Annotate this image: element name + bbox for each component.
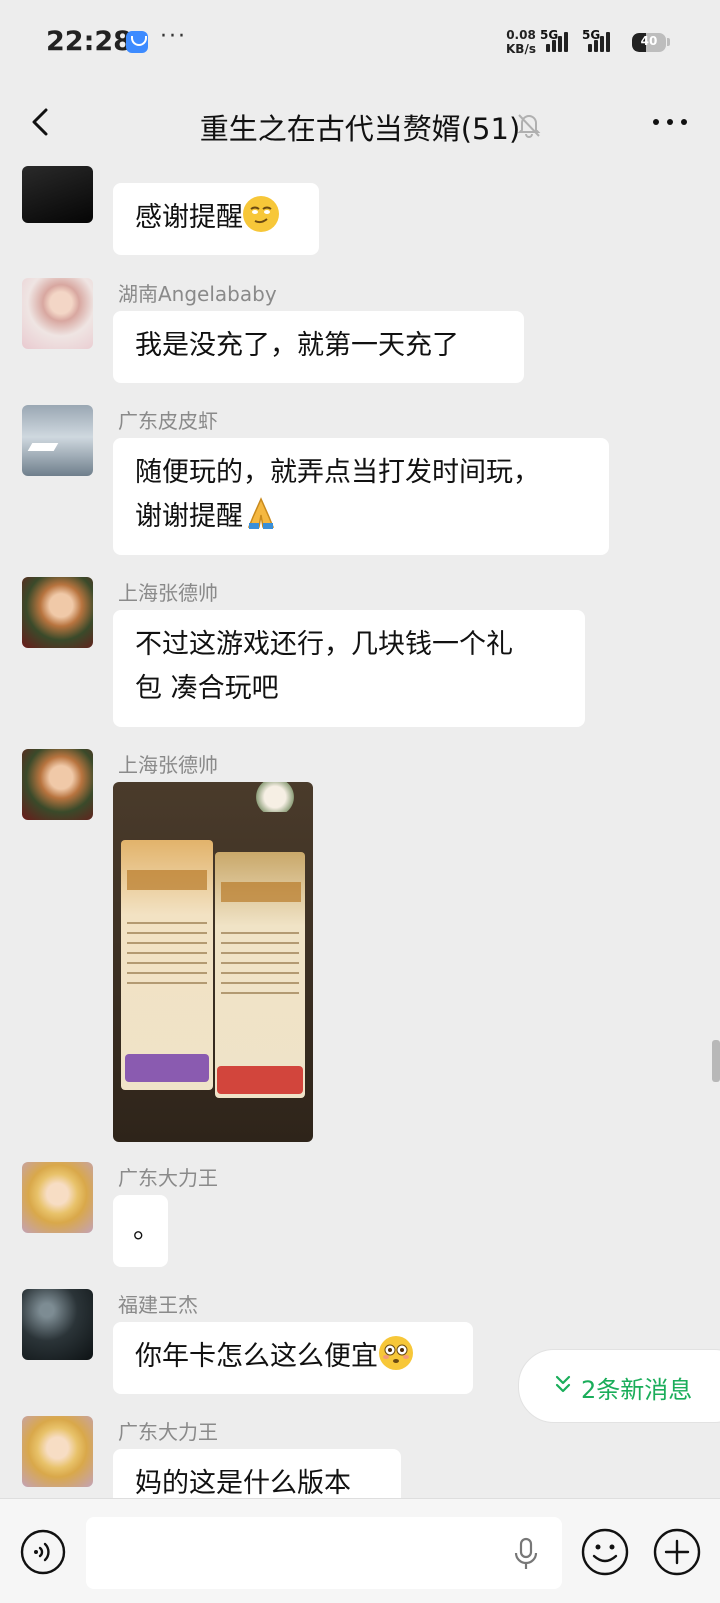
- battery-level: 40: [640, 34, 658, 48]
- message-bubble[interactable]: 我是没充了，就第一天充了: [113, 311, 524, 383]
- network-speed-unit: KB/s: [506, 42, 536, 56]
- message-text-line: 随便玩的，就弄点当打发时间玩，: [135, 457, 540, 488]
- smirk-emoji-icon: [243, 196, 279, 232]
- avatar[interactable]: [22, 1416, 93, 1487]
- message-text-line: 不过这游戏还行，几块钱一个礼: [135, 629, 513, 660]
- message-text: 妈的这是什么版本: [135, 1468, 351, 1499]
- sender-name: 福建王杰: [118, 1293, 198, 1317]
- more-dots-icon[interactable]: [650, 112, 690, 132]
- avatar[interactable]: [22, 166, 93, 223]
- new-messages-label: 2条新消息: [581, 1376, 693, 1404]
- sender-name: 上海张德帅: [118, 753, 218, 777]
- message-text: 感谢提醒: [135, 202, 243, 233]
- signal-sim2-icon: 5G: [582, 28, 622, 52]
- flushed-emoji-icon: [378, 1335, 414, 1371]
- avatar[interactable]: [22, 1162, 93, 1233]
- emoji-smile-icon[interactable]: [580, 1527, 630, 1577]
- message-text: 你年卡怎么这么便宜: [135, 1341, 378, 1372]
- input-bar: [0, 1498, 720, 1603]
- message-bubble[interactable]: 。: [113, 1195, 168, 1267]
- app-notification-icon: [126, 31, 148, 53]
- sender-name: 广东大力王: [118, 1166, 218, 1190]
- message-text-line: 包 凑合玩吧: [135, 673, 279, 704]
- game-card-screenshot-image[interactable]: [113, 782, 313, 1142]
- message-text-line: 谢谢提醒: [135, 501, 243, 532]
- plus-circle-icon[interactable]: [652, 1527, 702, 1577]
- sender-name: 湖南Angelababy: [118, 282, 277, 306]
- message-bubble[interactable]: 感谢提醒: [113, 183, 319, 255]
- bell-off-icon: [517, 114, 541, 138]
- avatar[interactable]: [22, 1289, 93, 1360]
- sender-name: 广东皮皮虾: [118, 409, 218, 433]
- avatar[interactable]: [22, 278, 93, 349]
- message-text: 。: [133, 1214, 160, 1245]
- status-time: 22:28: [46, 26, 132, 57]
- pray-emoji-icon: [243, 495, 279, 531]
- chat-header: 重生之在古代当赘婿(51): [0, 86, 720, 166]
- status-bar: 22:28 ··· 0.08 KB/s 5G 5G 40: [0, 0, 720, 86]
- sender-name: 上海张德帅: [118, 581, 218, 605]
- new-messages-button[interactable]: 2条新消息: [518, 1349, 720, 1423]
- microphone-icon[interactable]: [512, 1537, 540, 1571]
- avatar[interactable]: [22, 405, 93, 476]
- network-speed: 0.08 KB/s: [506, 28, 536, 56]
- message-input[interactable]: [86, 1517, 562, 1589]
- message-bubble[interactable]: 随便玩的，就弄点当打发时间玩， 谢谢提醒: [113, 438, 609, 555]
- sender-name: 广东大力王: [118, 1420, 218, 1444]
- avatar[interactable]: [22, 577, 93, 648]
- more-notifications-icon: ···: [160, 24, 187, 49]
- scrollbar-thumb[interactable]: [712, 1040, 720, 1082]
- double-chevron-down-icon: [555, 1375, 571, 1393]
- avatar[interactable]: [22, 749, 93, 820]
- battery-icon: 40: [632, 33, 666, 52]
- signal-sim1-icon: 5G: [540, 28, 570, 52]
- voice-toggle-icon[interactable]: [20, 1529, 66, 1575]
- chat-title: 重生之在古代当赘婿(51): [199, 112, 521, 146]
- message-bubble[interactable]: 你年卡怎么这么便宜: [113, 1322, 473, 1394]
- message-bubble[interactable]: 不过这游戏还行，几块钱一个礼 包 凑合玩吧: [113, 610, 585, 727]
- network-speed-value: 0.08: [506, 28, 536, 42]
- message-text: 我是没充了，就第一天充了: [135, 330, 459, 361]
